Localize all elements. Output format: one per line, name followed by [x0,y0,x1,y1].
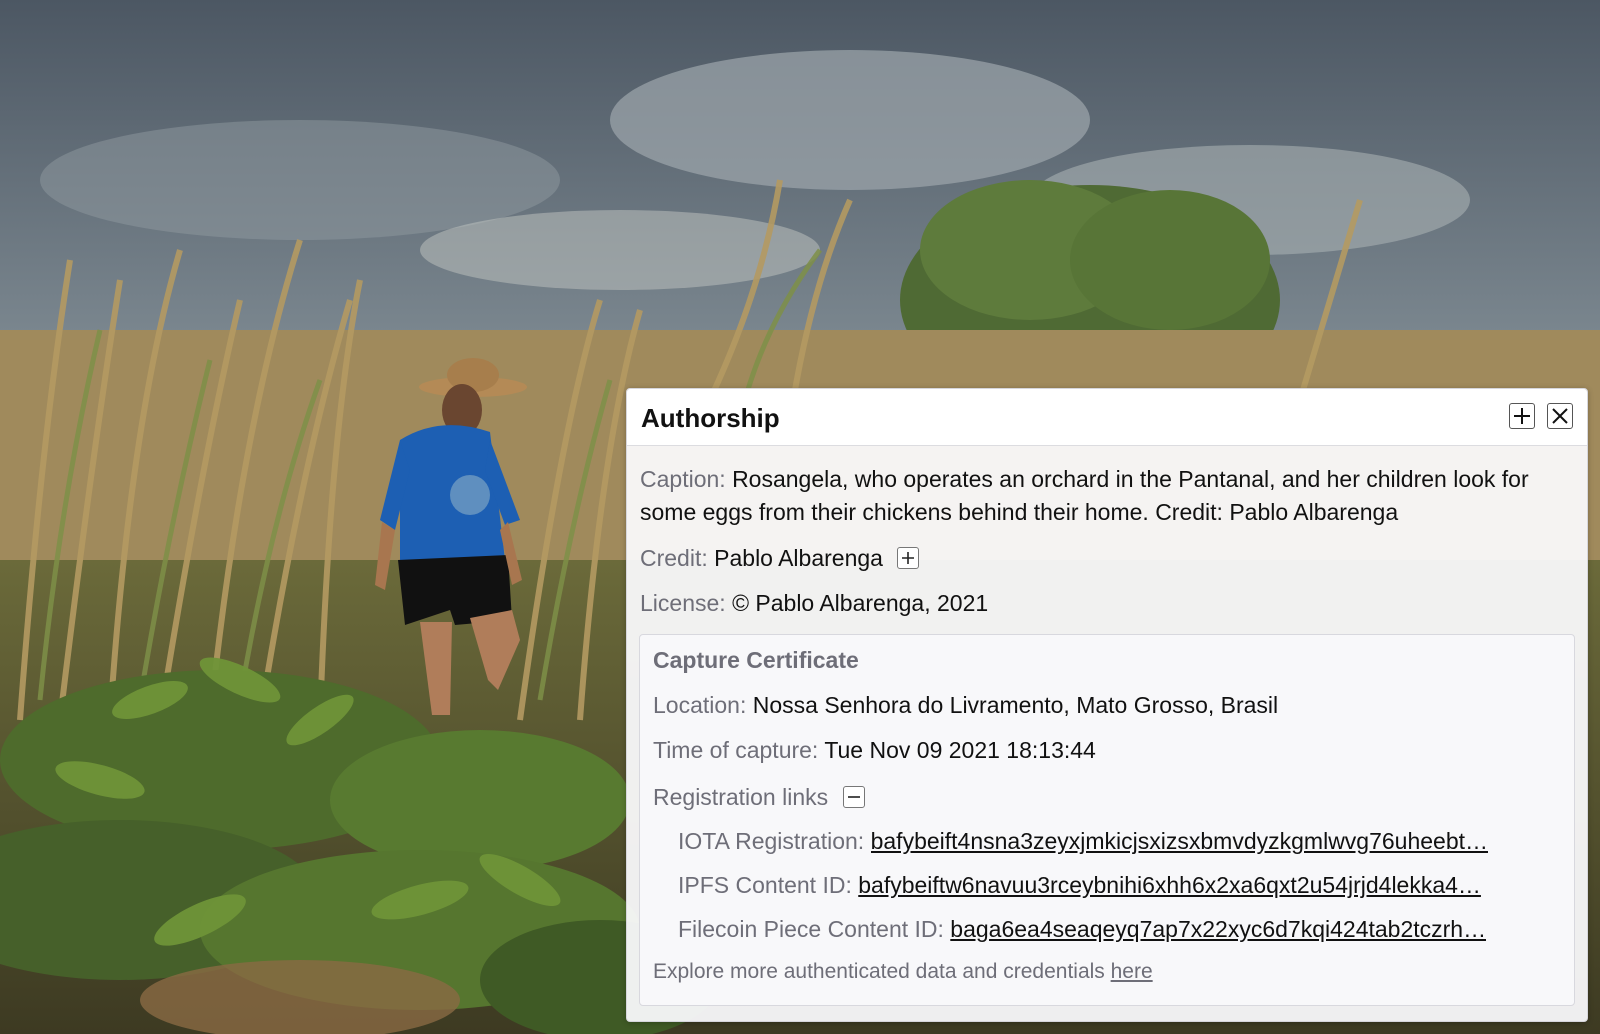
credit-row: Credit: Pablo Albarenga [640,542,920,574]
close-button[interactable] [1547,403,1573,429]
minus-icon [847,796,860,798]
registration-links-header: Registration links [653,781,865,813]
license-row: License: © Pablo Albarenga, 2021 [640,587,988,619]
time-value: Tue Nov 09 2021 18:13:44 [824,737,1096,763]
iota-link[interactable]: bafybeift4nsna3zeyxjmkicjsxizsxbmvdyzkgm… [871,825,1488,857]
license-value: © Pablo Albarenga, 2021 [732,590,989,616]
time-label: Time of capture: [653,737,819,763]
credit-value: Pablo Albarenga [714,545,883,571]
plus-icon [1514,408,1530,424]
close-icon [1552,408,1568,424]
filecoin-piece-row: Filecoin Piece Content ID: baga6ea4seaqe… [678,913,1486,945]
registration-collapse-button[interactable] [842,785,865,808]
panel-header: Authorship [627,389,1587,446]
registration-label: Registration links [653,784,829,810]
certificate-title: Capture Certificate [653,647,859,673]
footer-text: Explore more authenticated data and cred… [653,960,1111,983]
location-row: Location: Nossa Senhora do Livramento, M… [653,689,1278,721]
authorship-panel: Authorship Caption: Rosangela, who opera… [626,388,1588,1022]
time-row: Time of capture: Tue Nov 09 2021 18:13:4… [653,734,1096,766]
caption-label: Caption: [640,466,726,492]
credit-label: Credit: [640,545,708,571]
caption-value: Rosangela, who operates an orchard in th… [640,466,1529,525]
ipfs-label: IPFS Content ID: [678,872,852,898]
panel-title: Authorship [641,403,780,433]
ipfs-content-row: IPFS Content ID: bafybeiftw6navuu3rceybn… [678,869,1481,901]
explore-footer: Explore more authenticated data and cred… [653,957,1153,987]
iota-registration-row: IOTA Registration: bafybeift4nsna3zeyxjm… [678,825,1488,857]
filecoin-label: Filecoin Piece Content ID: [678,916,944,942]
plus-icon [902,551,915,564]
capture-certificate: Capture Certificate Location: Nossa Senh… [639,634,1575,1006]
filecoin-link[interactable]: baga6ea4seaqeyq7ap7x22xyc6d7kqi424tab2tc… [950,913,1486,945]
expand-button[interactable] [1509,403,1535,429]
footer-here-link[interactable]: here [1111,960,1153,983]
caption-row: Caption: Rosangela, who operates an orch… [640,463,1570,529]
iota-label: IOTA Registration: [678,828,865,854]
license-label: License: [640,590,726,616]
location-label: Location: [653,692,747,718]
ipfs-link[interactable]: bafybeiftw6navuu3rceybnihi6xhh6x2xa6qxt2… [858,869,1481,901]
credit-expand-button[interactable] [897,546,920,569]
location-value: Nossa Senhora do Livramento, Mato Grosso… [752,692,1279,718]
